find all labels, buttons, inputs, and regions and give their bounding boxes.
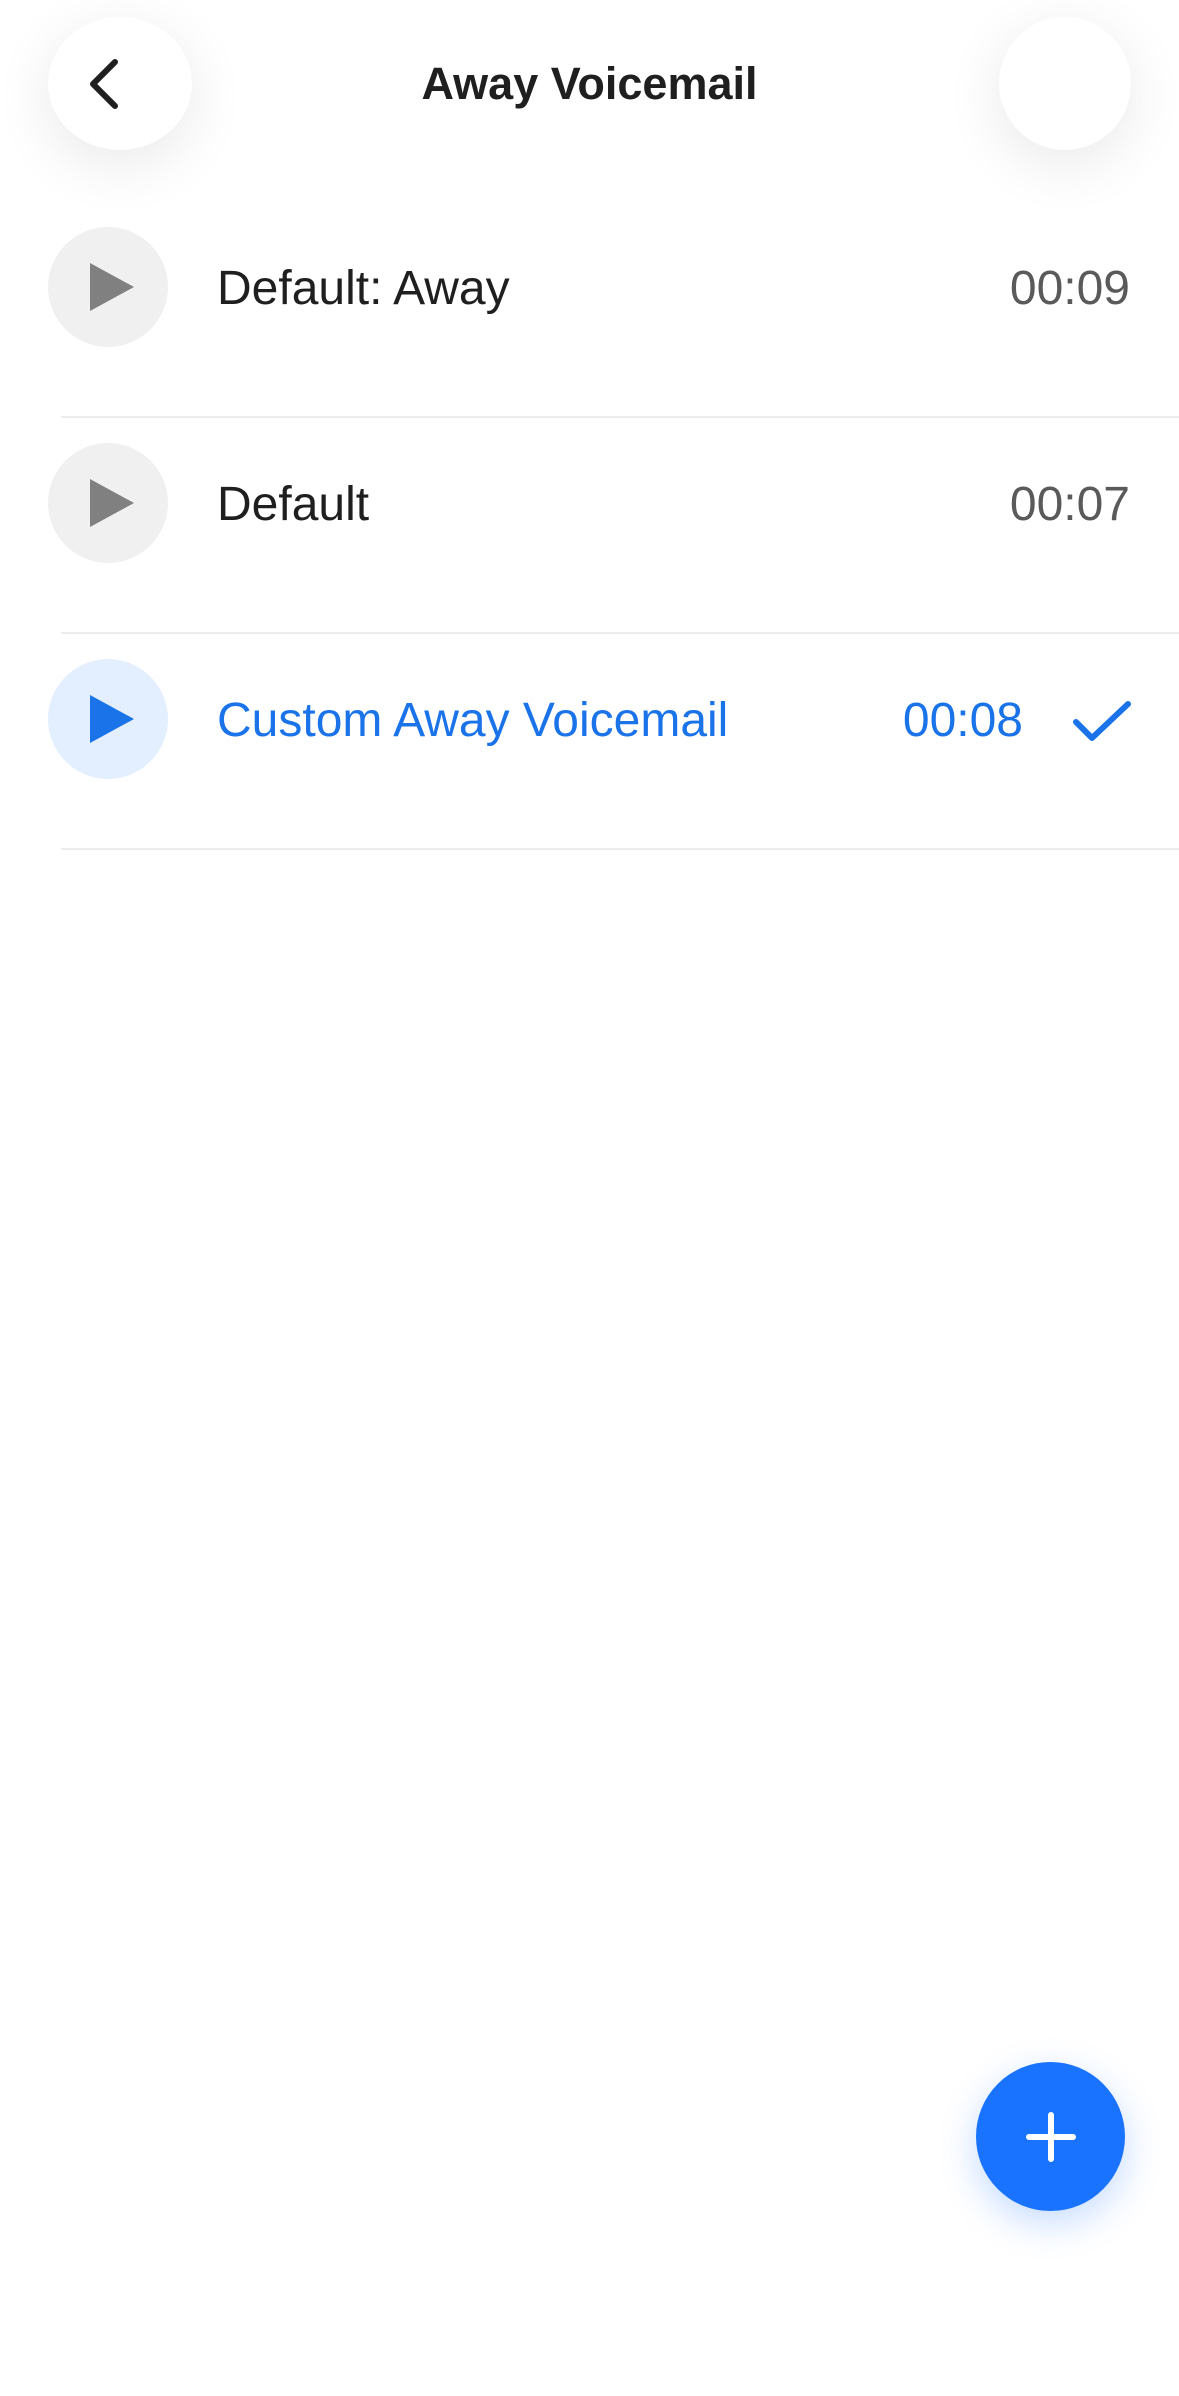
play-icon: [90, 479, 134, 527]
voicemail-row-default-away[interactable]: Default: Away 00:09: [0, 202, 1179, 418]
voicemail-list: Default: Away 00:09 Default 00:07 Custom…: [0, 202, 1179, 850]
voicemail-duration: 00:08: [902, 694, 1023, 747]
voicemail-label: Default: Away: [217, 262, 510, 315]
header-bar: Away Voicemail: [0, 0, 1179, 170]
voicemail-row-default[interactable]: Default 00:07: [0, 418, 1179, 634]
header-action-button[interactable]: [999, 17, 1131, 150]
play-button[interactable]: [48, 443, 168, 563]
add-voicemail-button[interactable]: [976, 2062, 1125, 2211]
plus-icon: [1025, 2111, 1076, 2162]
play-icon: [90, 695, 134, 743]
checkmark-icon: [1073, 701, 1131, 741]
play-button[interactable]: [48, 659, 168, 779]
voicemail-duration: 00:09: [1009, 262, 1130, 315]
voicemail-row-custom-away[interactable]: Custom Away Voicemail 00:08: [0, 634, 1179, 850]
play-button[interactable]: [48, 227, 168, 347]
play-icon: [90, 263, 134, 311]
voicemail-duration: 00:07: [1009, 478, 1130, 531]
voicemail-label: Default: [217, 478, 370, 531]
voicemail-label: Custom Away Voicemail: [217, 694, 729, 747]
